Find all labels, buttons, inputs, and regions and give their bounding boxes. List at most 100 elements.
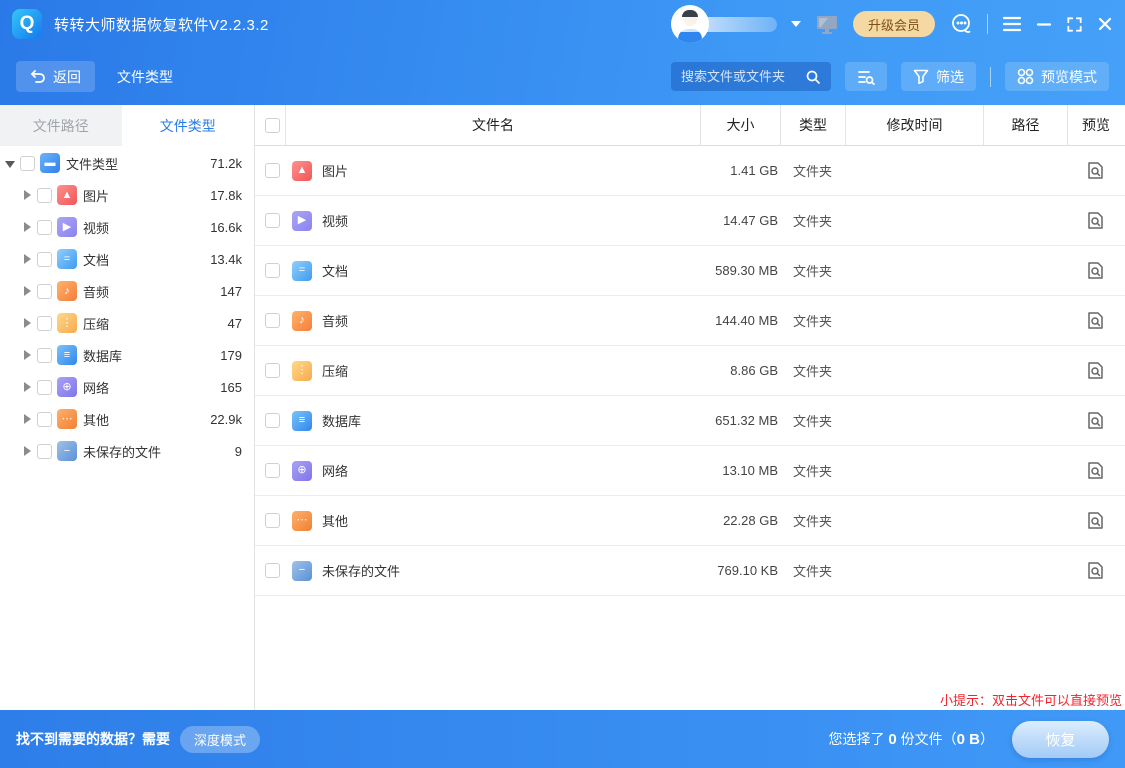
- toolbar: 返回 文件类型 筛选: [0, 48, 1125, 105]
- tab-file-type[interactable]: 文件类型: [122, 105, 254, 146]
- tree-item[interactable]: = 文档 13.4k: [0, 243, 254, 275]
- tree-caret-icon[interactable]: [21, 286, 33, 296]
- row-checkbox[interactable]: [265, 213, 280, 228]
- tree-caret-icon[interactable]: [21, 350, 33, 360]
- modified-time: [845, 446, 983, 495]
- selected-size: 0 B: [957, 731, 980, 748]
- tree-caret-icon[interactable]: [21, 222, 33, 232]
- preview-file-icon[interactable]: [1086, 511, 1105, 530]
- file-size: 22.28 GB: [700, 496, 780, 545]
- file-name: 其他: [322, 511, 348, 530]
- file-type-icon: ⊕: [292, 461, 312, 481]
- tree-item-count: 16.6k: [210, 220, 242, 235]
- file-type: 文件夹: [780, 296, 845, 345]
- search-icon[interactable]: [805, 69, 821, 85]
- tree-caret-icon[interactable]: [21, 254, 33, 264]
- tree-caret-icon[interactable]: [21, 446, 33, 456]
- maximize-icon[interactable]: [1066, 16, 1083, 33]
- file-type: 文件夹: [780, 146, 845, 195]
- upgrade-member-button[interactable]: 升级会员: [853, 11, 935, 37]
- tree-caret-icon[interactable]: [21, 318, 33, 328]
- file-size: 144.40 MB: [700, 296, 780, 345]
- table-row[interactable]: ≡ 数据库 651.32 MB 文件夹: [255, 396, 1125, 446]
- file-type-icon: ⋯: [292, 511, 312, 531]
- tree-item[interactable]: ▲ 图片 17.8k: [0, 179, 254, 211]
- menu-icon[interactable]: [1002, 16, 1022, 32]
- row-checkbox[interactable]: [265, 563, 280, 578]
- table-row[interactable]: ⊕ 网络 13.10 MB 文件夹: [255, 446, 1125, 496]
- row-checkbox[interactable]: [265, 413, 280, 428]
- preview-mode-button[interactable]: 预览模式: [1005, 62, 1109, 91]
- preview-file-icon[interactable]: [1086, 161, 1105, 180]
- tree-checkbox[interactable]: [37, 412, 52, 427]
- close-icon[interactable]: [1097, 16, 1113, 32]
- tree-checkbox[interactable]: [37, 380, 52, 395]
- search-box[interactable]: [671, 62, 831, 91]
- file-type: 文件夹: [780, 446, 845, 495]
- customer-support-icon[interactable]: [949, 12, 973, 36]
- file-name: 音频: [322, 311, 348, 330]
- table-row[interactable]: ▶ 视频 14.47 GB 文件夹: [255, 196, 1125, 246]
- row-checkbox[interactable]: [265, 263, 280, 278]
- tree-checkbox[interactable]: [37, 316, 52, 331]
- tree-item-label: 视频: [83, 218, 109, 237]
- tree-checkbox[interactable]: [20, 156, 35, 171]
- table-row[interactable]: ▲ 图片 1.41 GB 文件夹: [255, 146, 1125, 196]
- row-checkbox[interactable]: [265, 163, 280, 178]
- tree-item[interactable]: ⋯ 其他 22.9k: [0, 403, 254, 435]
- row-checkbox[interactable]: [265, 463, 280, 478]
- file-type-icon: ⊕: [57, 377, 77, 397]
- tree-checkbox[interactable]: [37, 444, 52, 459]
- tab-file-path[interactable]: 文件路径: [0, 105, 122, 146]
- preview-file-icon[interactable]: [1086, 461, 1105, 480]
- table-row[interactable]: = 文档 589.30 MB 文件夹: [255, 246, 1125, 296]
- monitor-icon[interactable]: [815, 13, 839, 35]
- tree-checkbox[interactable]: [37, 252, 52, 267]
- file-table: 文件名 大小 类型 修改时间 路径 预览 ▲ 图片 1.41 GB 文件夹: [255, 105, 1125, 710]
- tree-checkbox[interactable]: [37, 188, 52, 203]
- main-content: 文件路径 文件类型 ▬ 文件类型 71.2k ▲ 图片 17.8k: [0, 105, 1125, 710]
- select-all-checkbox[interactable]: [265, 118, 280, 133]
- search-input[interactable]: [681, 69, 805, 84]
- tree-caret-icon[interactable]: [4, 159, 16, 168]
- filter-button[interactable]: 筛选: [901, 62, 976, 91]
- tree-checkbox[interactable]: [37, 284, 52, 299]
- row-checkbox[interactable]: [265, 363, 280, 378]
- file-path: [983, 396, 1067, 445]
- tree-item[interactable]: ≡ 数据库 179: [0, 339, 254, 371]
- tree-caret-icon[interactable]: [21, 190, 33, 200]
- tree-item[interactable]: ⊕ 网络 165: [0, 371, 254, 403]
- deep-mode-button[interactable]: 深度模式: [180, 726, 260, 753]
- tree-item-label: 音频: [83, 282, 109, 301]
- table-header: 文件名 大小 类型 修改时间 路径 预览: [255, 105, 1125, 146]
- tree-item[interactable]: ♪ 音频 147: [0, 275, 254, 307]
- preview-file-icon[interactable]: [1086, 411, 1105, 430]
- table-row[interactable]: − 未保存的文件 769.10 KB 文件夹: [255, 546, 1125, 596]
- preview-file-icon[interactable]: [1086, 561, 1105, 580]
- preview-file-icon[interactable]: [1086, 261, 1105, 280]
- tree-item[interactable]: ⋮ 压缩 47: [0, 307, 254, 339]
- row-checkbox[interactable]: [265, 513, 280, 528]
- recover-button[interactable]: 恢复: [1012, 721, 1109, 758]
- file-path: [983, 496, 1067, 545]
- tree-item[interactable]: ▬ 文件类型 71.2k: [0, 147, 254, 179]
- table-row[interactable]: ⋮ 压缩 8.86 GB 文件夹: [255, 346, 1125, 396]
- table-row[interactable]: ⋯ 其他 22.28 GB 文件夹: [255, 496, 1125, 546]
- tree-item[interactable]: − 未保存的文件 9: [0, 435, 254, 467]
- table-row[interactable]: ♪ 音频 144.40 MB 文件夹: [255, 296, 1125, 346]
- user-account[interactable]: [671, 2, 801, 46]
- tree-caret-icon[interactable]: [21, 382, 33, 392]
- preview-file-icon[interactable]: [1086, 361, 1105, 380]
- tree-item[interactable]: ▶ 视频 16.6k: [0, 211, 254, 243]
- tree-checkbox[interactable]: [37, 348, 52, 363]
- tree-caret-icon[interactable]: [21, 414, 33, 424]
- list-search-button[interactable]: [845, 62, 887, 91]
- preview-file-icon[interactable]: [1086, 211, 1105, 230]
- tree-item-count: 147: [220, 284, 242, 299]
- minimize-icon[interactable]: [1036, 16, 1052, 32]
- preview-file-icon[interactable]: [1086, 311, 1105, 330]
- tree-checkbox[interactable]: [37, 220, 52, 235]
- back-button[interactable]: 返回: [16, 61, 95, 92]
- account-chevron-down-icon[interactable]: [791, 21, 801, 27]
- row-checkbox[interactable]: [265, 313, 280, 328]
